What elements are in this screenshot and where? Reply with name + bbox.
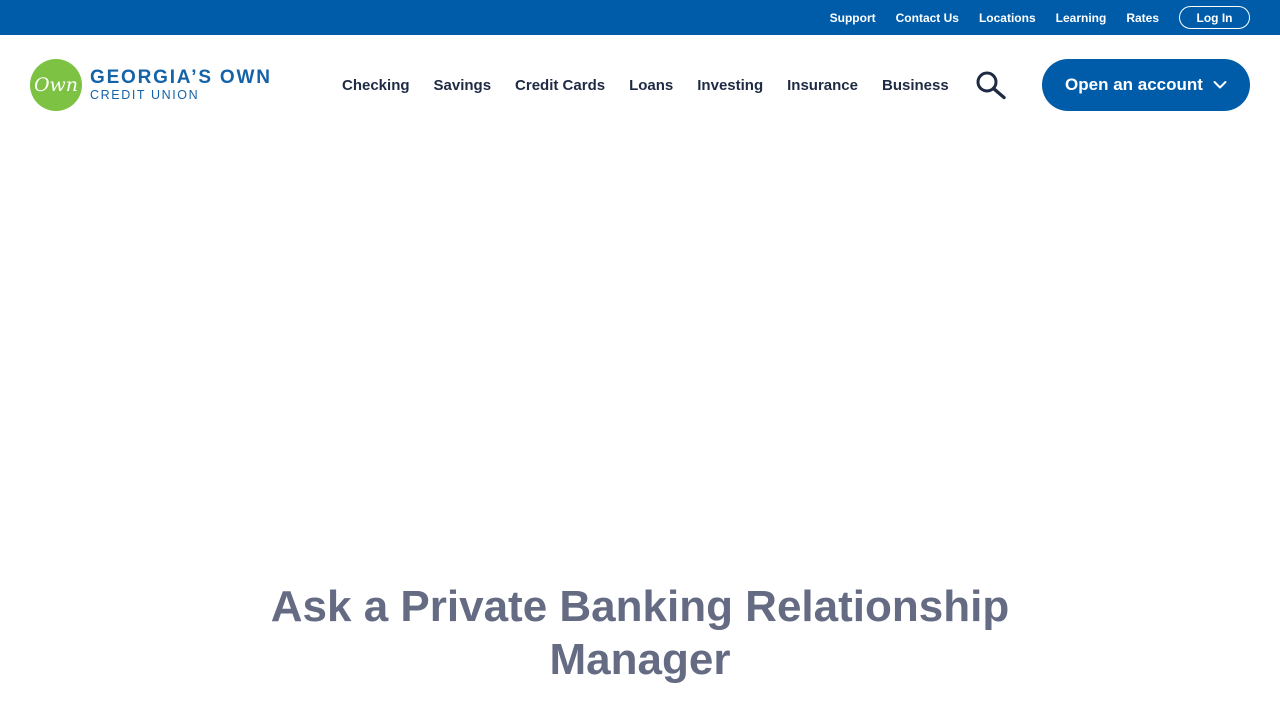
utility-bar: Support Contact Us Locations Learning Ra… bbox=[0, 0, 1280, 35]
nav-item-investing[interactable]: Investing bbox=[697, 77, 763, 94]
nav-item-checking[interactable]: Checking bbox=[342, 77, 410, 94]
page-heading-line2: Manager bbox=[549, 635, 731, 684]
support-link[interactable]: Support bbox=[830, 11, 876, 25]
open-account-button[interactable]: Open an account bbox=[1042, 59, 1250, 111]
nav-item-insurance[interactable]: Insurance bbox=[787, 77, 858, 94]
page-heading: Ask a Private Banking Relationship Manag… bbox=[0, 580, 1280, 686]
logo-line1: GEORGIA’S OWN bbox=[90, 66, 272, 88]
page-heading-line1: Ask a Private Banking Relationship bbox=[270, 582, 1010, 631]
georgias-own-logo[interactable]: Own GEORGIA’S OWN CREDIT UNION bbox=[30, 59, 272, 111]
contact-us-link[interactable]: Contact Us bbox=[896, 11, 959, 25]
logo-line2: CREDIT UNION bbox=[90, 87, 200, 102]
rates-link[interactable]: Rates bbox=[1126, 11, 1159, 25]
primary-nav: Checking Savings Credit Cards Loans Inve… bbox=[330, 35, 973, 135]
open-account-label: Open an account bbox=[1065, 75, 1203, 94]
search-icon bbox=[976, 71, 1006, 100]
main-header: Own GEORGIA’S OWN CREDIT UNION Checking … bbox=[0, 35, 1280, 135]
nav-item-business[interactable]: Business bbox=[882, 77, 949, 94]
logo-wordmark: GEORGIA’S OWN CREDIT UNION bbox=[90, 66, 272, 103]
nav-item-savings[interactable]: Savings bbox=[434, 77, 492, 94]
logo-mark-text: Own bbox=[33, 74, 79, 96]
chevron-down-icon bbox=[1213, 81, 1227, 89]
nav-item-credit-cards[interactable]: Credit Cards bbox=[515, 77, 605, 94]
locations-link[interactable]: Locations bbox=[979, 11, 1036, 25]
nav-item-loans[interactable]: Loans bbox=[629, 77, 673, 94]
search-button[interactable] bbox=[974, 70, 1008, 100]
logo-mark: Own bbox=[30, 59, 82, 111]
log-in-button[interactable]: Log In bbox=[1179, 6, 1250, 29]
utility-links: Support Contact Us Locations Learning Ra… bbox=[810, 0, 1250, 35]
learning-link[interactable]: Learning bbox=[1056, 11, 1107, 25]
